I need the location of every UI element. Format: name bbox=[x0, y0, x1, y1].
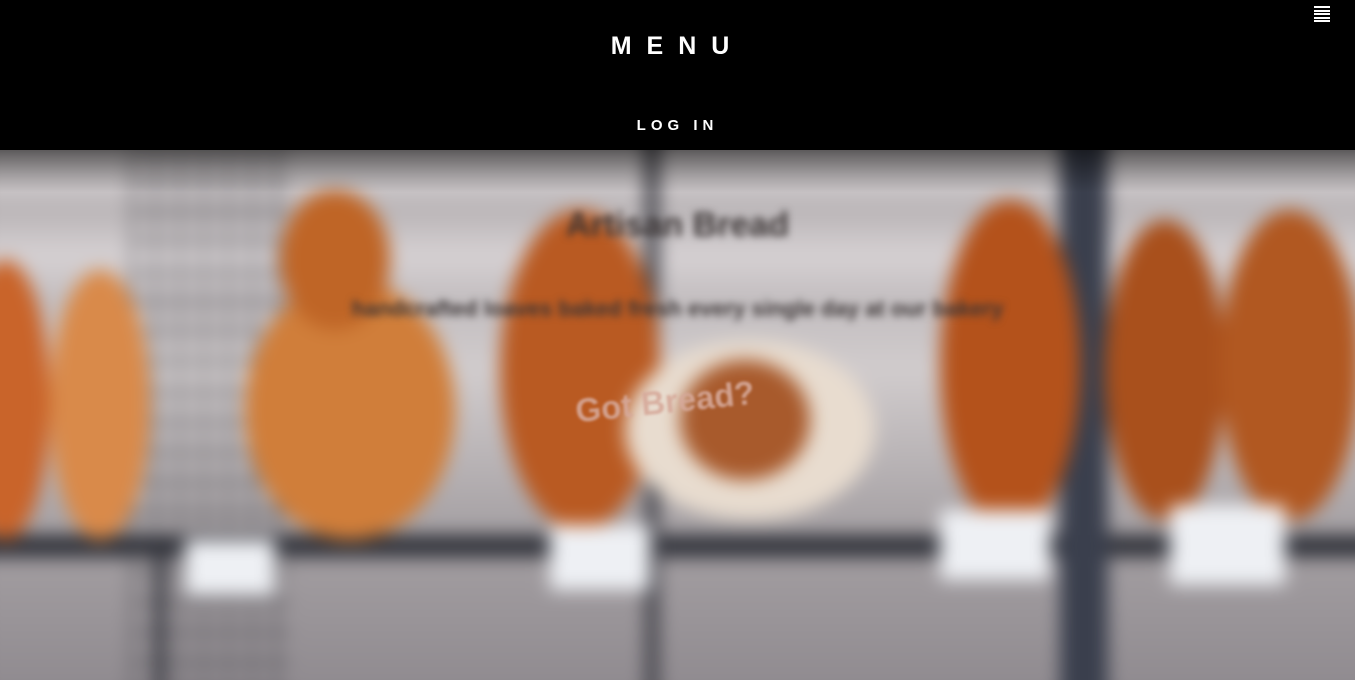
menu-title[interactable]: MENU bbox=[0, 32, 1355, 61]
login-link[interactable]: LOG IN bbox=[0, 117, 1355, 134]
hero-heading: Artisan Bread bbox=[566, 206, 789, 244]
hero-subheading: handcrafted loaves baked fresh every sin… bbox=[351, 296, 1004, 321]
hamburger-icon[interactable] bbox=[1314, 6, 1330, 22]
hero-section: Artisan Bread handcrafted loaves baked f… bbox=[0, 150, 1355, 680]
top-navigation: MENU LOG IN bbox=[0, 0, 1355, 150]
